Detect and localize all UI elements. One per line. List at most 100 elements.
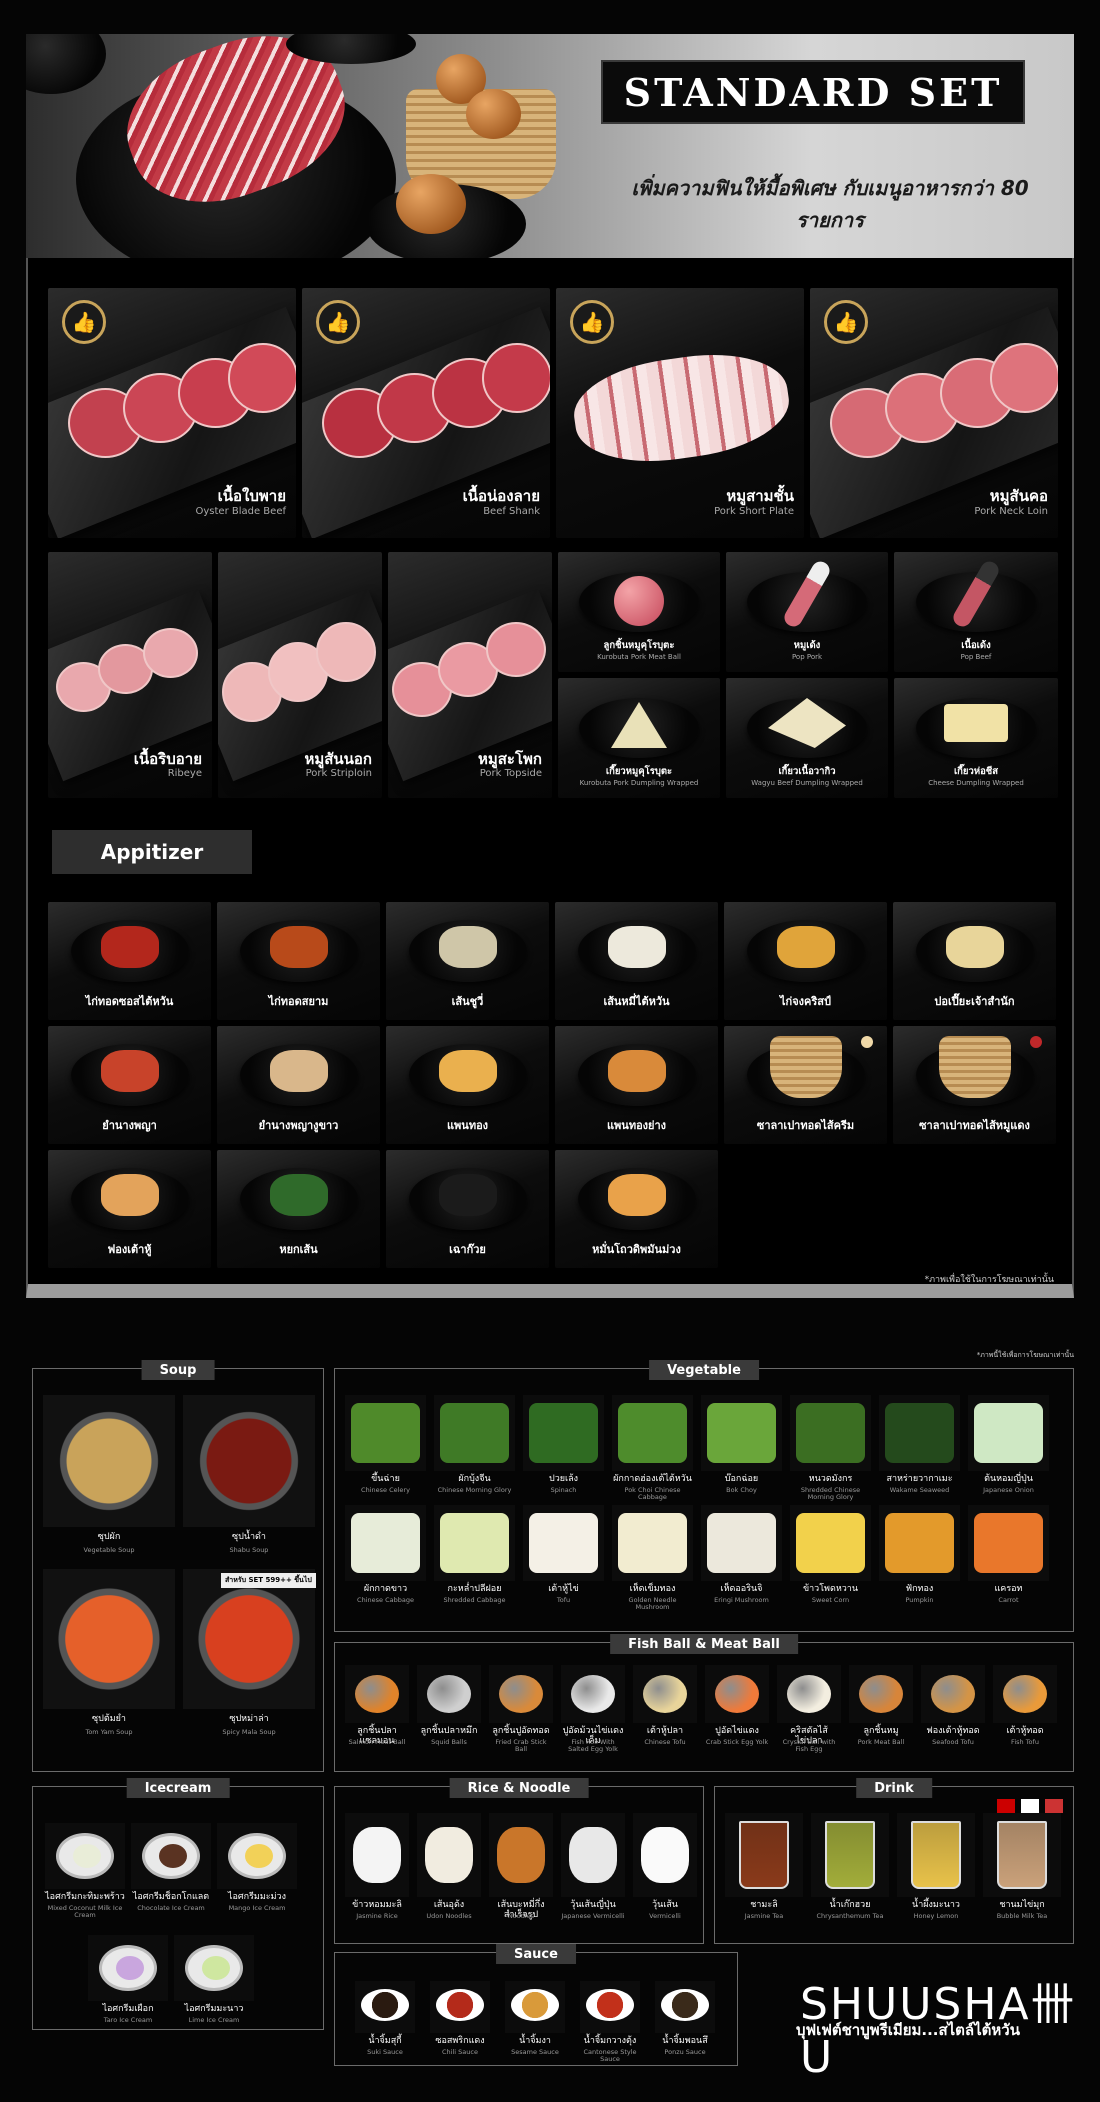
item-name-en: Chinese Morning Glory (437, 1486, 512, 1494)
item-image (345, 1665, 409, 1723)
item-name-en: Vermicelli (649, 1912, 681, 1920)
item-image (790, 1395, 871, 1471)
meat-card: 👍 หมูสามชั้น Pork Short Plate (556, 288, 804, 538)
thumbs-up-icon: 👍 (824, 300, 868, 344)
soup-name-en: Tom Yam Soup (85, 1728, 133, 1736)
vegetable-image (707, 1513, 776, 1573)
sauce-section: Sauce น้ำจิ้มสุกี้ Suki Sauce ซอสพริกแดง Ch… (334, 1944, 738, 2066)
item-name-en: Japanese Onion (983, 1486, 1034, 1494)
item-image (355, 1981, 415, 2033)
soup-bowl-image (183, 1395, 315, 1527)
item-name-th: ข้าวโพดหวาน (802, 1584, 859, 1594)
thumbs-up-icon: 👍 (62, 300, 106, 344)
item-name-th: ขึ้นฉ่าย (371, 1474, 400, 1484)
item-image (633, 1665, 697, 1723)
item-name-th: เกี๊ยวเนื้อวากิว (778, 766, 836, 777)
item-name-en: Pop Pork (791, 653, 823, 661)
item-name-th: ซอสพริกแดง (435, 2036, 485, 2046)
item-name-en: Ribeye (167, 768, 202, 779)
vegetable-image (796, 1403, 865, 1463)
appetizer-name: ซาลาเปาทอดไส้หมูแดง (919, 1119, 1030, 1132)
item-image (879, 1395, 960, 1471)
appetizer-card: หยกเส้น (217, 1150, 380, 1268)
food-image (945, 926, 1004, 968)
item-name-en: Honey Lemon (913, 1912, 959, 1920)
item-image (849, 1665, 913, 1723)
item-image (45, 1823, 125, 1889)
food-image (607, 1050, 666, 1092)
item-name-en: Pork Topside (479, 768, 542, 779)
vegetable-image (351, 1403, 420, 1463)
set-badge: สำหรับ SET 599++ ขึ้นไป (221, 1573, 316, 1588)
appetizer-name: ไก่ทอดสยาม (268, 995, 329, 1008)
item-name-en: Ponzu Sauce (664, 2048, 706, 2056)
appetizer-name: ปอเปี๊ยะเจ้าสำนัก (934, 995, 1015, 1008)
vegetable-image (529, 1403, 598, 1463)
meat-slice-image (316, 622, 376, 682)
item-image (879, 1505, 960, 1581)
item-name-th: เต้าหู้ปลา (646, 1726, 684, 1736)
appetizer-name: แพนทองย่าง (606, 1119, 667, 1132)
item-name-th: เนื้อน่องลาย (462, 487, 540, 505)
item-name-th: เต้าหู้ไข่ (548, 1584, 579, 1594)
appetizer-card: แพนทอง (386, 1026, 549, 1144)
meat-card: หมูสันนอก Pork Striploin (218, 552, 382, 798)
item-name-en: Eringi Mushroom (714, 1596, 769, 1604)
item-name-en: Chinese Celery (361, 1486, 410, 1494)
soup-name-th: ซุปผัก (97, 1532, 121, 1542)
item-image (434, 1505, 515, 1581)
item-name-th: ชามะลิ (750, 1900, 778, 1910)
item-image (430, 1981, 490, 2033)
item-name-en: Sesame Sauce (511, 2048, 559, 2056)
item-image (434, 1395, 515, 1471)
ice-cream-scoop-image (73, 1844, 101, 1868)
meat-card: 👍 เนื้อใบพาย Oyster Blade Beef (48, 288, 296, 538)
item-name-en: Mango Ice Cream (228, 1904, 286, 1912)
item-name-en: Noodles (507, 1912, 535, 1920)
drink-glass-image (997, 1821, 1047, 1889)
item-image (345, 1813, 409, 1897)
appetizer-card: ยำนางพญางูขาว (217, 1026, 380, 1144)
fishball-image (355, 1675, 399, 1713)
item-image (701, 1395, 782, 1471)
fishball-image (787, 1675, 831, 1713)
item-card: เกี๊ยวห่อชีส Cheese Dumpling Wrapped (894, 678, 1058, 798)
item-name-en: Suki Sauce (367, 2048, 403, 2056)
item-name-en: Fish Tofu (1011, 1738, 1039, 1746)
item-image (489, 1665, 553, 1723)
item-name-en: Lime Ice Cream (188, 2016, 240, 2024)
vegetable-image (707, 1403, 776, 1463)
bowl-image (99, 1945, 157, 1991)
item-name-en: Mixed Coconut Milk Ice Cream (47, 1904, 123, 1920)
food-image (100, 1174, 159, 1216)
item-name-en: Cantonese Style Sauce (583, 2048, 637, 2064)
appetizer-card: เฉาก๊วย (386, 1150, 549, 1268)
fishball-heading: Fish Ball & Meat Ball (610, 1634, 798, 1654)
cheese-dumpling-image (944, 704, 1008, 742)
item-name-th: ไอศกรีมเผือก (102, 2004, 154, 2014)
vegetable-image (974, 1513, 1043, 1573)
appetizer-name: แพนทอง (446, 1119, 489, 1132)
appetizer-name: ซาลาเปาทอดไส้ครีม (756, 1119, 855, 1132)
food-image (269, 1050, 328, 1092)
item-name-th: ลูกชิ้นหมูคุโรบุตะ (603, 640, 675, 651)
drink-heading: Drink (856, 1778, 932, 1798)
item-image (968, 1395, 1049, 1471)
disclaimer-note-2: *ภาพนี้ใช้เพื่อการโฆษณาเท่านั้น (976, 1351, 1074, 1359)
bowl-image (56, 1833, 114, 1879)
item-image (633, 1813, 697, 1897)
vegetable-image (351, 1513, 420, 1573)
item-name-th: ผักกาดขาว (363, 1584, 408, 1594)
item-name-en: Jasmine Rice (356, 1912, 398, 1920)
item-name-en: Fried Crab Stick Ball (495, 1738, 547, 1754)
item-name-en: Wakame Seaweed (889, 1486, 950, 1494)
item-card: หมูเด้ง Pop Pork (726, 552, 888, 672)
item-name-th: ไอศกรีมมะม่วง (227, 1892, 286, 1902)
item-name-en: Spinach (550, 1486, 577, 1494)
item-name-th: ลูกชิ้นหมู (863, 1726, 899, 1736)
item-card: เกี๊ยวหมูคุโรบุตะ Kurobuta Pork Dumpling… (558, 678, 720, 798)
item-name-th: วุ้นเส้น (652, 1900, 678, 1910)
item-image (561, 1813, 625, 1897)
item-name-en: Udon Noodles (426, 1912, 472, 1920)
vegetable-image (796, 1513, 865, 1573)
